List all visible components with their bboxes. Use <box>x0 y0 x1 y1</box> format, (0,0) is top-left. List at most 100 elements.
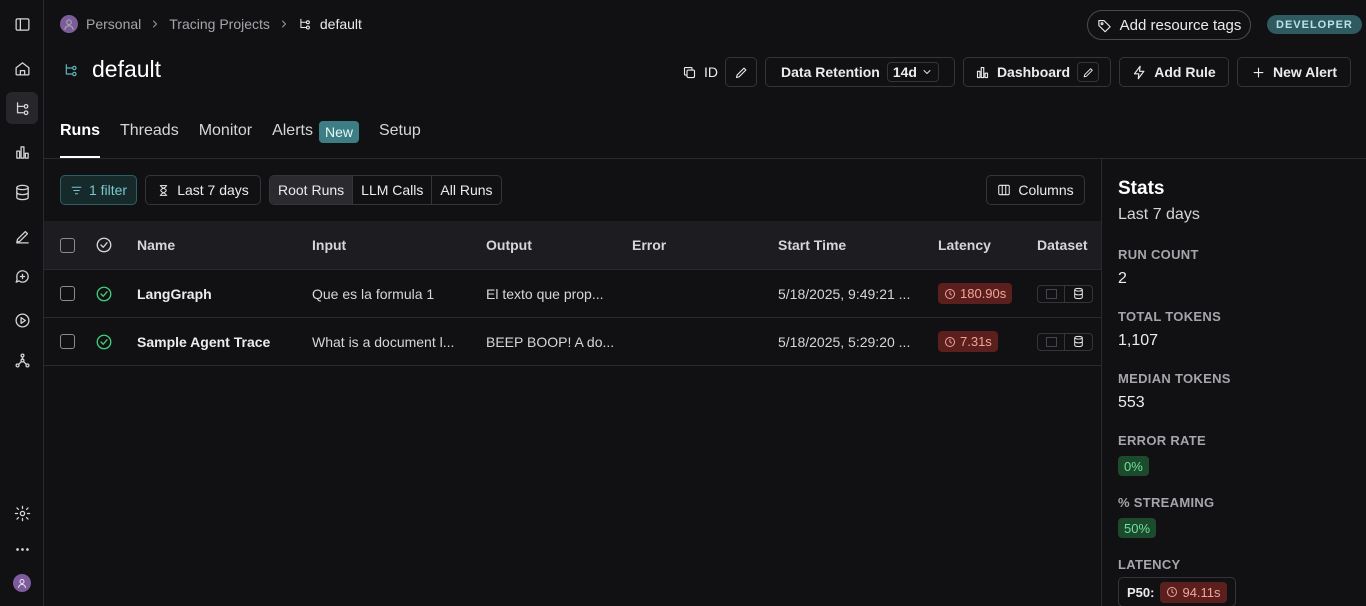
add-resource-tags-button[interactable]: Add resource tags <box>1087 10 1251 40</box>
chart-icon[interactable] <box>6 136 38 168</box>
tab-alerts-label: Alerts <box>272 122 313 139</box>
tracing-icon[interactable] <box>6 92 38 124</box>
median-tokens-label: MEDIAN TOKENS <box>1118 371 1231 386</box>
user-avatar[interactable] <box>6 567 38 599</box>
workspace-avatar-icon <box>60 15 78 33</box>
p50-latency: P50: 94.11s <box>1118 577 1236 606</box>
breadcrumb-section[interactable]: Tracing Projects <box>169 16 270 32</box>
success-status-icon <box>95 318 113 365</box>
retention-select[interactable]: 14d <box>886 62 939 82</box>
segment-root-runs[interactable]: Root Runs <box>270 176 353 204</box>
tab-alerts[interactable]: Alerts New <box>272 118 359 158</box>
column-header-input[interactable]: Input <box>312 221 346 269</box>
dataset-actions[interactable] <box>1037 270 1093 317</box>
database-icon[interactable] <box>1065 286 1092 302</box>
run-count-value: 2 <box>1118 270 1127 287</box>
tracing-project-icon <box>300 18 310 30</box>
column-header-output[interactable]: Output <box>486 221 532 269</box>
tab-setup[interactable]: Setup <box>379 118 421 158</box>
run-count-label: RUN COUNT <box>1118 247 1199 262</box>
clock-icon <box>945 288 955 299</box>
column-header-latency[interactable]: Latency <box>938 221 991 269</box>
tabs-divider <box>44 158 1366 159</box>
breadcrumb: Personal Tracing Projects default <box>60 13 362 35</box>
column-header-error[interactable]: Error <box>632 221 666 269</box>
sidebar-toggle-icon[interactable] <box>6 8 38 40</box>
filter-icon <box>71 186 82 194</box>
table-row[interactable]: LangGraph Que es la formula 1 El texto q… <box>44 270 1101 318</box>
dashboard-button[interactable]: Dashboard <box>963 57 1111 87</box>
column-header-dataset[interactable]: Dataset <box>1037 221 1088 269</box>
streaming-label: % STREAMING <box>1118 495 1215 510</box>
stats-range: Last 7 days <box>1118 206 1200 223</box>
latency-badge: 7.31s <box>938 318 998 365</box>
add-resource-tags-label: Add resource tags <box>1119 16 1242 34</box>
total-tokens-value: 1,107 <box>1118 332 1159 349</box>
table-row[interactable]: Sample Agent Trace What is a document l.… <box>44 318 1101 366</box>
copy-icon <box>683 66 696 78</box>
time-range-button[interactable]: Last 7 days <box>145 175 261 205</box>
error-rate-label: ERROR RATE <box>1118 433 1206 448</box>
table-header: Name Input Output Error Start Time Laten… <box>44 221 1101 270</box>
stats-panel-heading: Stats Last 7 days <box>1118 178 1358 224</box>
status-header-icon <box>95 221 113 269</box>
data-retention-button[interactable]: Data Retention 14d <box>765 57 955 87</box>
gear-icon[interactable] <box>6 497 38 529</box>
select-all-checkbox[interactable] <box>60 221 75 269</box>
success-status-icon <box>95 270 113 317</box>
tracing-project-icon <box>60 59 82 81</box>
latency-value: 180.90s <box>960 286 1007 301</box>
segment-all-runs[interactable]: All Runs <box>431 176 500 204</box>
breadcrumb-project: default <box>319 16 362 32</box>
stats-divider <box>1101 158 1102 606</box>
tab-bar: Runs Threads Monitor Alerts New Setup <box>60 118 421 158</box>
columns-button[interactable]: Columns <box>986 175 1085 205</box>
column-header-start-time[interactable]: Start Time <box>778 221 846 269</box>
edit-dashboard-button[interactable] <box>1077 62 1100 82</box>
database-icon[interactable] <box>1065 334 1092 350</box>
edit-project-button[interactable] <box>725 57 757 87</box>
row-checkbox[interactable] <box>60 270 75 317</box>
tab-monitor[interactable]: Monitor <box>199 118 252 158</box>
run-type-segmented-control: Root Runs LLM Calls All Runs <box>269 175 502 205</box>
clock-icon <box>945 336 955 347</box>
tab-threads[interactable]: Threads <box>120 118 179 158</box>
environment-badge: DEVELOPER <box>1267 15 1362 34</box>
app-root: Personal Tracing Projects default Add re… <box>0 0 1366 606</box>
dataset-checkbox[interactable] <box>1038 285 1065 302</box>
breadcrumb-workspace[interactable]: Personal <box>86 16 141 32</box>
latency-label: LATENCY <box>1118 557 1181 572</box>
run-input: Que es la formula 1 <box>312 285 435 302</box>
run-name[interactable]: LangGraph <box>137 270 302 317</box>
tab-setup-label: Setup <box>378 122 421 139</box>
run-error <box>632 318 762 365</box>
play-icon[interactable] <box>6 304 38 336</box>
run-name[interactable]: Sample Agent Trace <box>137 318 302 365</box>
dataset-checkbox[interactable] <box>1038 333 1065 350</box>
tab-threads-label: Threads <box>120 122 179 139</box>
home-icon[interactable] <box>6 52 38 84</box>
copy-id-button[interactable]: ID <box>678 57 722 87</box>
error-rate-value: 0% <box>1118 456 1149 476</box>
add-rule-button[interactable]: Add Rule <box>1119 57 1229 87</box>
run-output: El texto que prop... <box>486 285 604 302</box>
deploy-icon[interactable] <box>6 344 38 376</box>
filter-button[interactable]: 1 filter <box>60 175 137 205</box>
plus-icon <box>1253 67 1264 77</box>
filter-label: 1 filter <box>88 182 128 198</box>
row-checkbox[interactable] <box>60 318 75 365</box>
database-icon[interactable] <box>6 176 38 208</box>
streaming-value: 50% <box>1118 518 1157 538</box>
pen-icon[interactable] <box>6 220 38 252</box>
chevron-right-icon <box>281 20 286 28</box>
dataset-actions[interactable] <box>1037 318 1093 365</box>
chat-icon[interactable] <box>6 260 38 292</box>
column-header-name[interactable]: Name <box>137 221 175 269</box>
tab-runs[interactable]: Runs <box>60 118 100 158</box>
p50-label: P50: <box>1127 584 1155 600</box>
run-input: What is a document l... <box>312 333 455 350</box>
more-icon[interactable] <box>6 533 38 565</box>
segment-llm-calls[interactable]: LLM Calls <box>352 176 431 204</box>
new-alert-button[interactable]: New Alert <box>1237 57 1351 87</box>
run-output: BEEP BOOP! A do... <box>486 333 615 350</box>
